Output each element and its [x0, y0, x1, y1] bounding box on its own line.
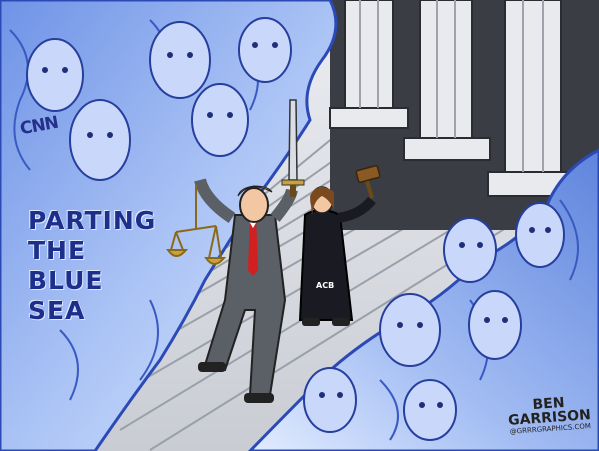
- caption-line: SEA: [28, 296, 86, 325]
- cartoon-caption: PARTING THE BLUE SEA: [28, 206, 156, 326]
- caption-line: THE: [28, 236, 87, 265]
- caption-line: PARTING: [28, 206, 157, 235]
- robe-label: ACB: [316, 281, 335, 290]
- artist-signature: BEN GARRISON @GRRRGRAPHICS.COM: [507, 395, 592, 437]
- caption-line: BLUE: [28, 266, 104, 295]
- cartoon-scene: CNN PARTING THE BLUE SEA ACB BEN GARRISO…: [0, 0, 599, 451]
